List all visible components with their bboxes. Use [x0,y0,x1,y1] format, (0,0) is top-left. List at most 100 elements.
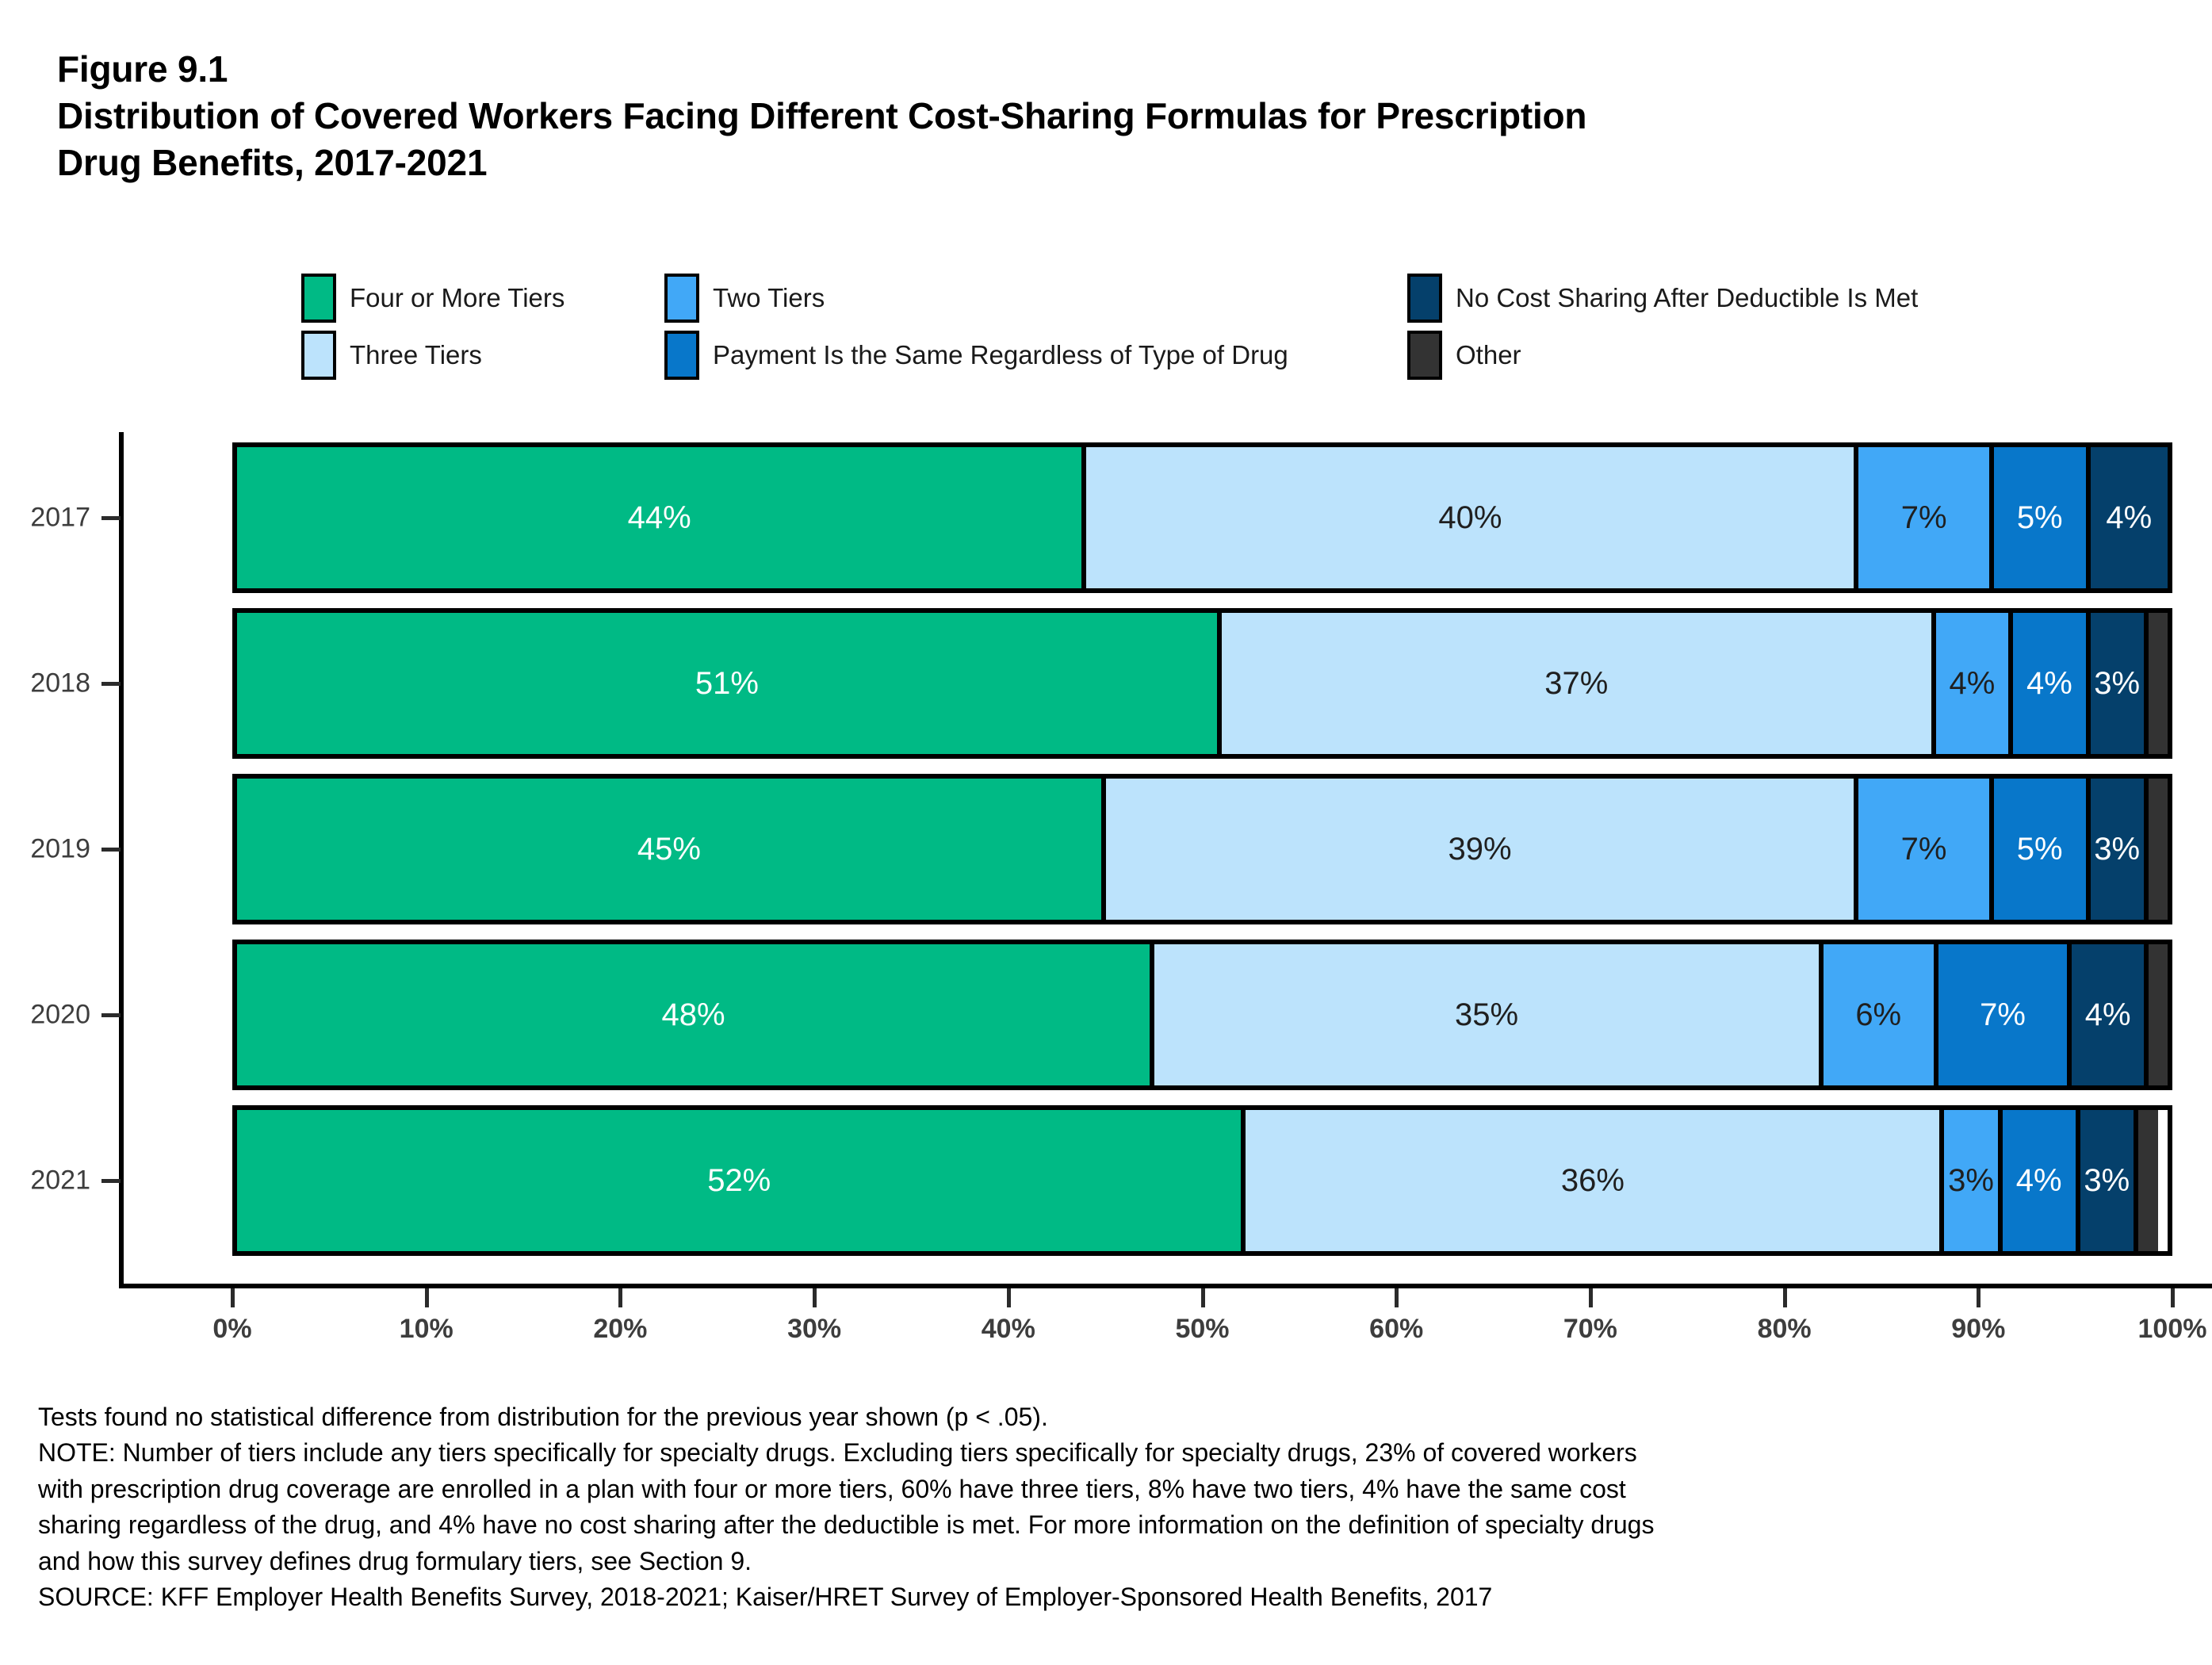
bar-segment[interactable]: 4% [2002,1110,2080,1251]
bar-segment-label: 52% [707,1163,771,1198]
bar-segment[interactable] [2138,1110,2158,1251]
bar-segment-label: 6% [1855,997,1902,1032]
bar-segment[interactable]: 39% [1105,779,1859,920]
bar-segment-label: 45% [637,832,701,867]
bar-segment-label: 4% [2106,500,2153,535]
bar-segment[interactable]: 5% [1993,779,2091,920]
note-line: Tests found no statistical difference fr… [38,1403,1048,1431]
y-axis-tick [101,516,121,520]
figure-notes: Tests found no statistical difference fr… [38,1399,2179,1616]
bar-segment-label: 36% [1560,1163,1625,1198]
y-axis-line [119,432,124,1288]
x-axis-tick-label: 40% [981,1314,1035,1344]
bar-segment-label: 37% [1544,666,1609,701]
bar-segment[interactable]: 7% [1858,779,1994,920]
bar-segment[interactable]: 3% [2090,613,2149,754]
bar-segment-label: 3% [1948,1163,1994,1198]
x-axis-tick-label: 90% [1951,1314,2006,1344]
bar-segment-label: 7% [1900,832,1947,867]
x-axis-tick [231,1288,235,1307]
bar-segment-label: 48% [661,997,725,1032]
bar-segment[interactable]: 48% [237,944,1155,1085]
x-axis-tick-label: 100% [2137,1314,2207,1344]
bar-segment[interactable] [2148,944,2168,1085]
bar-segment[interactable]: 4% [2090,447,2168,588]
stacked-bar: 44% 40% 7% 5% 4% [232,442,2172,593]
x-axis-tick-label: 0% [212,1314,252,1344]
legend-item[interactable]: Four or More Tiers [301,274,564,323]
legend-item-label: Three Tiers [350,340,482,369]
legend-item-label: No Cost Sharing After Deductible Is Met [1456,283,1919,312]
bar-segment[interactable]: 52% [237,1110,1246,1251]
bar-segment[interactable]: 3% [1944,1110,2003,1251]
bar-segment[interactable] [2148,779,2168,920]
bar-segment-label: 35% [1454,997,1519,1032]
bar-segment[interactable]: 3% [2090,779,2149,920]
x-axis-tick [424,1288,429,1307]
bar-segment[interactable]: 37% [1221,613,1936,754]
bar-segment[interactable]: 4% [1935,613,2014,754]
stacked-bar: 48% 35% 6% 7% 4% [232,940,2172,1090]
figure-title-block: Figure 9.1 Distribution of Covered Worke… [57,46,2118,186]
x-axis-tick-label: 50% [1175,1314,1230,1344]
bar-segment[interactable]: 4% [2072,944,2149,1085]
x-axis-tick-label: 20% [593,1314,648,1344]
legend-item[interactable]: Payment Is the Same Regardless of Type o… [664,331,1288,380]
bar-segment[interactable]: 7% [1858,447,1994,588]
stacked-bar: 51% 37% 4% 4% 3% [232,608,2172,759]
chart-legend: Four or More Tiers Three Tiers Two Tiers Pa… [0,274,2212,381]
note-line: sharing regardless of the drug, and 4% h… [38,1510,1655,1540]
x-axis-tick [1977,1288,1981,1307]
bar-segment-label: 5% [2016,500,2063,535]
legend-item-label: Four or More Tiers [350,283,565,312]
legend-item-label: Two Tiers [713,283,825,312]
x-axis-tick [1782,1288,1787,1307]
legend-swatch [301,274,336,323]
bar-segment-label: 4% [2015,1163,2062,1198]
x-axis-tick [1588,1288,1593,1307]
bar-segment-label: 3% [2094,666,2141,701]
bar-segment[interactable]: 7% [1938,944,2072,1085]
y-axis-tick-label: 2019 [30,833,90,864]
legend-swatch [301,331,336,380]
figure-page: Figure 9.1 Distribution of Covered Worke… [0,0,2212,1665]
x-axis-line [119,1284,2212,1288]
bar-segment[interactable]: 36% [1246,1110,1945,1251]
x-axis-tick-label: 30% [787,1314,842,1344]
x-axis-tick [1395,1288,1399,1307]
bar-segment[interactable] [2148,613,2168,754]
bar-segment[interactable]: 4% [2013,613,2091,754]
legend-item[interactable]: Two Tiers [664,274,825,323]
x-axis-tick [1200,1288,1205,1307]
legend-item[interactable]: Three Tiers [301,331,482,380]
bar-segment-label: 3% [2084,1163,2130,1198]
bar-segment[interactable]: 35% [1154,944,1824,1085]
y-axis-tick [101,848,121,852]
stacked-bar: 52% 36% 3% 4% 3% [232,1105,2172,1256]
bar-segment-label: 5% [2016,832,2063,867]
bar-segment[interactable]: 51% [237,613,1222,754]
bar-segment[interactable]: 6% [1823,944,1938,1085]
bar-segment[interactable]: 45% [237,779,1106,920]
page-title-line-2: Drug Benefits, 2017-2021 [57,141,488,183]
x-axis-tick-label: 80% [1757,1314,1812,1344]
y-axis-tick-label: 2021 [30,1165,90,1196]
legend-swatch [1407,331,1442,380]
bar-segment[interactable]: 3% [2080,1110,2139,1251]
legend-swatch [1407,274,1442,323]
y-axis-tick [101,682,121,686]
bar-segment[interactable]: 44% [237,447,1087,588]
stacked-bar: 45% 39% 7% 5% 3% [232,774,2172,924]
legend-item[interactable]: No Cost Sharing After Deductible Is Met [1407,274,1918,323]
bar-segment-label: 4% [1949,666,1996,701]
bar-segment-label: 3% [2094,832,2141,867]
page-title-line-1: Distribution of Covered Workers Facing D… [57,94,1587,136]
bar-segment[interactable]: 40% [1086,447,1859,588]
legend-item[interactable]: Other [1407,331,1521,380]
bar-segment[interactable]: 5% [1993,447,2091,588]
x-axis-tick [2171,1288,2175,1307]
bar-segment-label: 51% [695,666,759,701]
bar-segment-label: 44% [627,500,691,535]
y-axis-tick-label: 2020 [30,999,90,1030]
x-axis-tick-label: 60% [1369,1314,1424,1344]
